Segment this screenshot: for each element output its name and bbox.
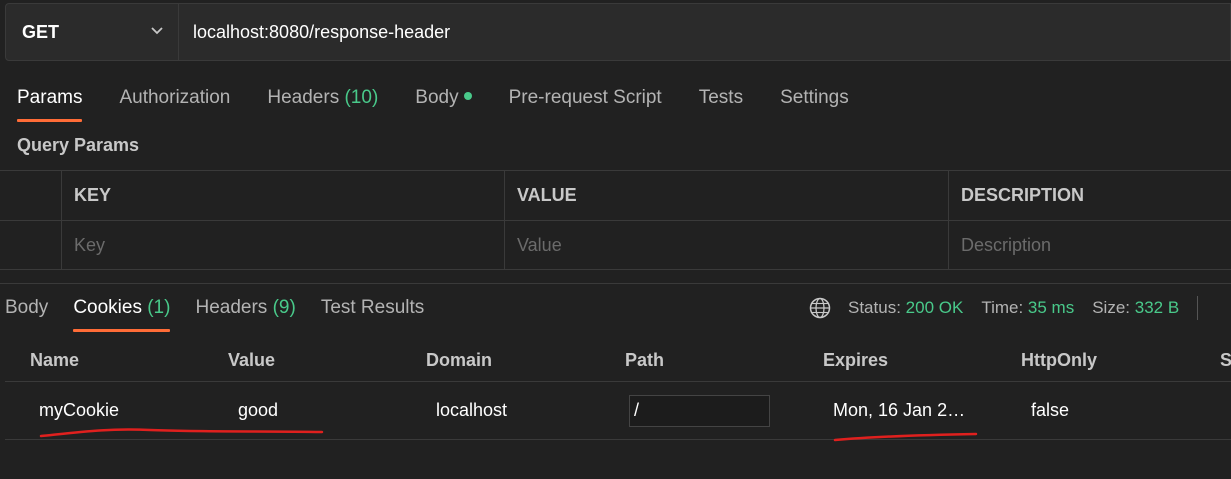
cookie-name: myCookie bbox=[39, 400, 120, 420]
params-description-header: DESCRIPTION bbox=[948, 171, 1231, 220]
param-value-input[interactable]: Value bbox=[504, 221, 948, 270]
tab-response-headers[interactable]: Headers (9) bbox=[195, 296, 295, 332]
cookie-path-cell: / bbox=[629, 382, 770, 439]
query-params-table: KEY VALUE DESCRIPTION Key Value Descript… bbox=[0, 170, 1231, 270]
response-status-bar: Status: 200 OK Time: 35 ms Size: 332 B bbox=[809, 296, 1199, 320]
method-label: GET bbox=[22, 21, 60, 42]
tab-settings[interactable]: Settings bbox=[780, 86, 849, 122]
params-row-checkbox bbox=[0, 221, 61, 270]
size-value: 332 B bbox=[1134, 298, 1180, 317]
tab-body[interactable]: Body bbox=[415, 86, 472, 122]
status-info[interactable]: Status: 200 OK bbox=[848, 298, 963, 318]
globe-icon[interactable] bbox=[809, 297, 831, 319]
col-name-header: Name bbox=[30, 349, 80, 370]
request-url-bar: GET localhost:8080/response-header bbox=[5, 3, 1231, 61]
param-key-input[interactable]: Key bbox=[61, 221, 504, 270]
cookie-httponly: false bbox=[1031, 400, 1070, 420]
cookies-table: Name Value Domain Path Expires HttpOnly … bbox=[5, 340, 1231, 440]
params-checkbox-col bbox=[0, 171, 61, 220]
tab-response-body[interactable]: Body bbox=[5, 296, 48, 332]
headers-count: (10) bbox=[344, 87, 379, 108]
response-headers-count: (9) bbox=[272, 297, 296, 318]
time-value: 35 ms bbox=[1027, 298, 1075, 317]
cookie-path-field[interactable]: / bbox=[629, 394, 770, 427]
tab-authorization[interactable]: Authorization bbox=[119, 86, 230, 122]
params-header-row: KEY VALUE DESCRIPTION bbox=[0, 171, 1231, 221]
tab-tests[interactable]: Tests bbox=[699, 86, 743, 122]
col-httponly-header: HttpOnly bbox=[1021, 349, 1097, 370]
cookie-path: / bbox=[634, 400, 640, 420]
cookie-value: good bbox=[238, 400, 279, 420]
response-tabs: Body Cookies (1) Headers (9) Test Result… bbox=[5, 296, 449, 332]
query-params-title: Query Params bbox=[17, 135, 140, 155]
time-info[interactable]: Time: 35 ms bbox=[981, 298, 1074, 318]
table-row: myCookie good localhost / Mon, 16 Jan 2…… bbox=[5, 382, 1231, 440]
toolbar-separator bbox=[1197, 296, 1199, 320]
tab-test-results[interactable]: Test Results bbox=[321, 296, 424, 332]
tab-headers[interactable]: Headers (10) bbox=[267, 86, 378, 122]
pane-divider[interactable] bbox=[0, 283, 1231, 284]
cookie-domain: localhost bbox=[436, 400, 508, 420]
col-domain-header: Domain bbox=[426, 349, 493, 370]
request-tabs: Params Authorization Headers (10) Body P… bbox=[17, 86, 886, 122]
method-select[interactable]: GET bbox=[5, 3, 179, 61]
col-value-header: Value bbox=[228, 349, 276, 370]
param-description-input[interactable]: Description bbox=[948, 221, 1231, 270]
cookies-header-row: Name Value Domain Path Expires HttpOnly … bbox=[5, 340, 1231, 382]
url-input[interactable]: localhost:8080/response-header bbox=[179, 3, 1231, 61]
tab-pre-request-script[interactable]: Pre-request Script bbox=[509, 86, 662, 122]
url-text: localhost:8080/response-header bbox=[193, 21, 451, 42]
status-value: 200 OK bbox=[905, 298, 964, 317]
col-path-header: Path bbox=[625, 349, 665, 370]
cookies-count: (1) bbox=[147, 297, 171, 318]
cookie-expires: Mon, 16 Jan 2… bbox=[833, 400, 966, 420]
chevron-down-icon bbox=[151, 27, 163, 35]
tab-cookies[interactable]: Cookies (1) bbox=[73, 296, 171, 332]
params-key-header: KEY bbox=[61, 171, 504, 220]
params-empty-row: Key Value Description bbox=[0, 221, 1231, 271]
col-expires-header: Expires bbox=[823, 349, 889, 370]
tab-params[interactable]: Params bbox=[17, 86, 83, 122]
body-indicator-dot bbox=[463, 92, 472, 100]
params-value-header: VALUE bbox=[504, 171, 948, 220]
size-info[interactable]: Size: 332 B bbox=[1092, 298, 1179, 318]
col-secure-header: S bbox=[1220, 349, 1231, 370]
